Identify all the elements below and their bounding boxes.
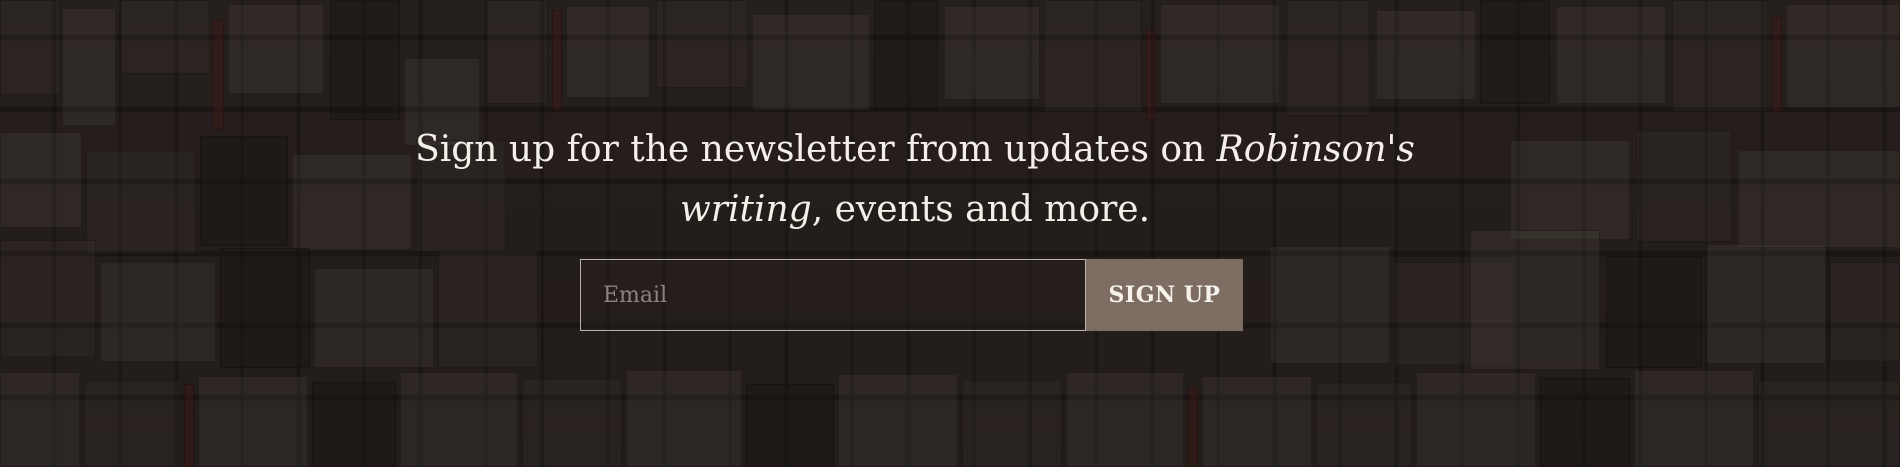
sign-up-button[interactable]: SIGN UP: [1086, 259, 1243, 331]
headline-italic-robinsons: Robinson's: [1216, 129, 1415, 170]
newsletter-headline: Sign up for the newsletter from updates …: [330, 120, 1500, 240]
newsletter-signup-form: SIGN UP: [580, 259, 1243, 331]
headline-italic-writing: writing: [679, 189, 812, 230]
newsletter-hero: Sign up for the newsletter from updates …: [0, 0, 1900, 467]
email-input[interactable]: [580, 259, 1086, 331]
headline-text-start: Sign up for the newsletter from updates …: [415, 129, 1217, 170]
headline-text-end: , events and more.: [811, 189, 1151, 230]
newsletter-content: Sign up for the newsletter from updates …: [0, 0, 1900, 467]
